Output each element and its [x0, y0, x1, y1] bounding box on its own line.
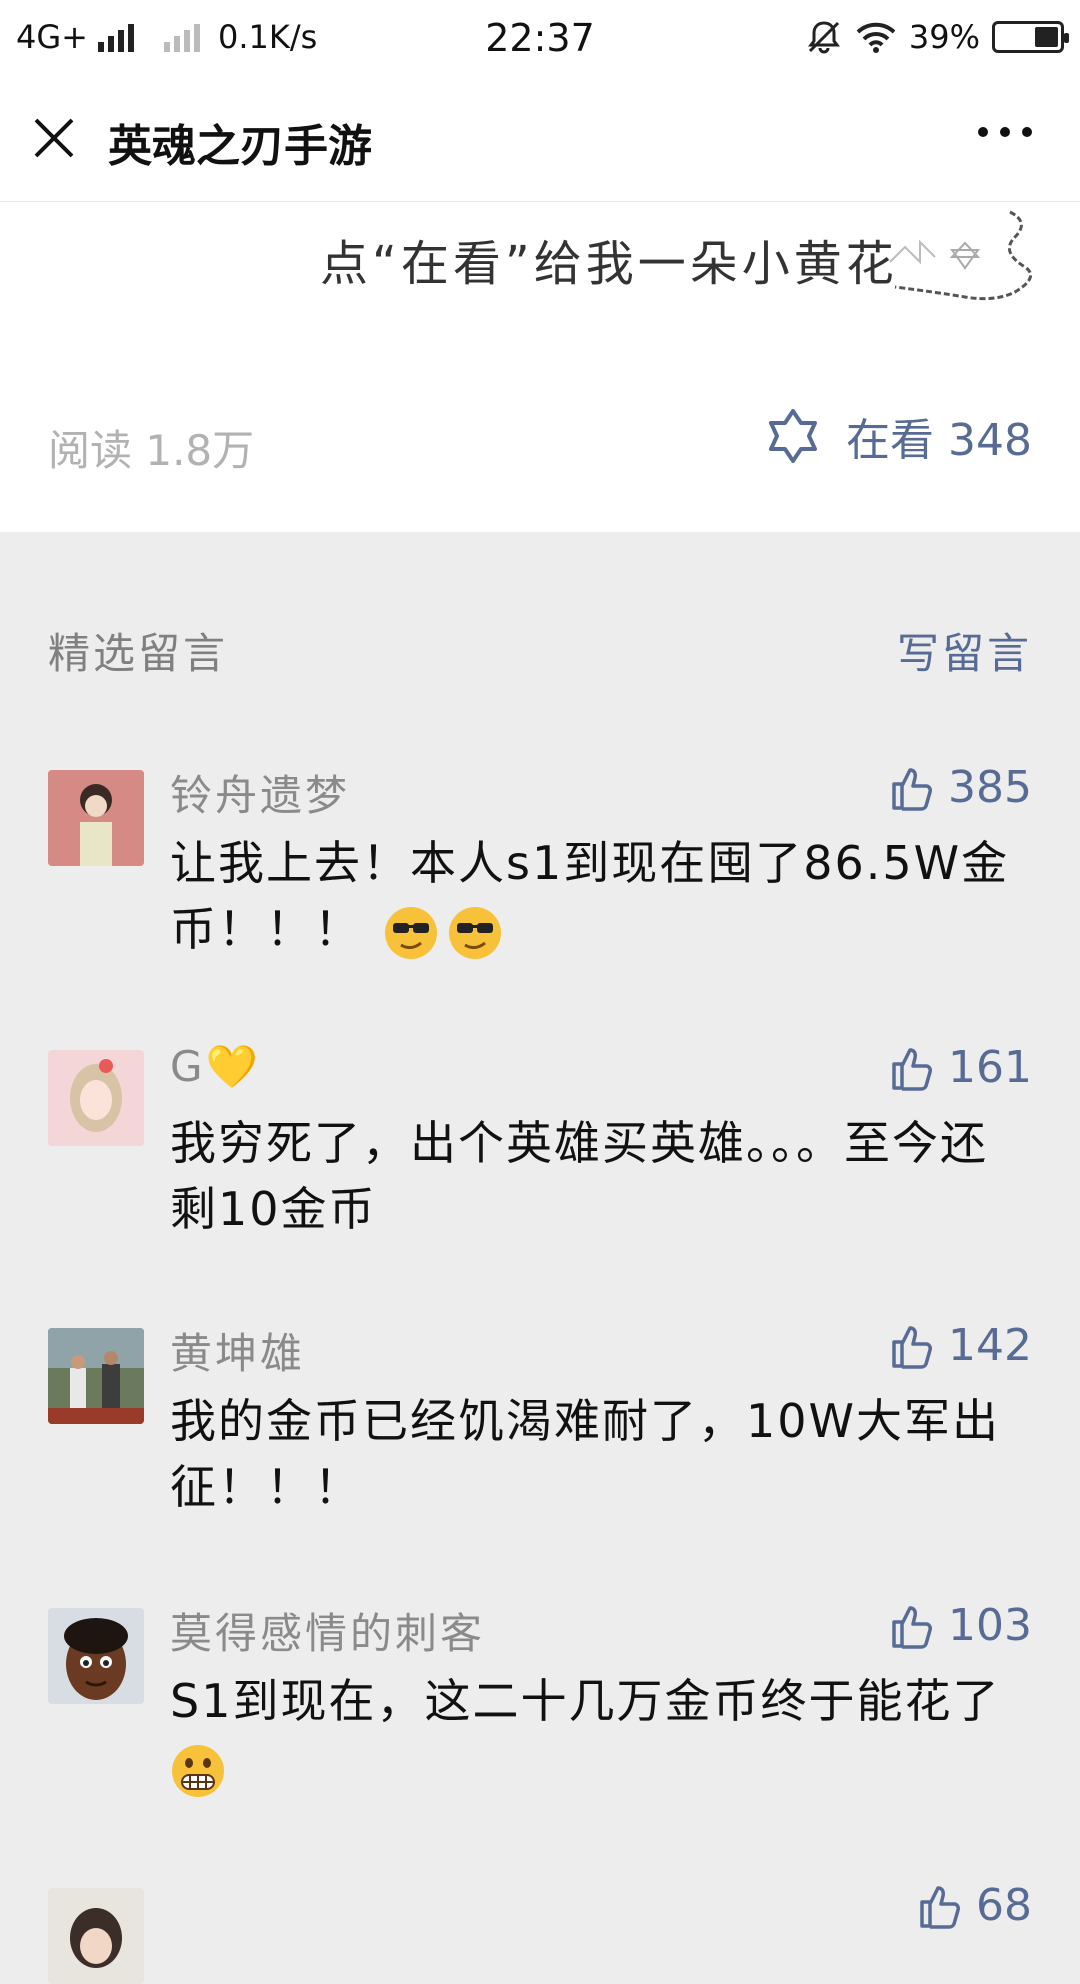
like-count: 68	[976, 1880, 1032, 1931]
close-icon[interactable]	[30, 114, 78, 162]
like-button[interactable]: 103	[888, 1600, 1032, 1651]
avatar[interactable]	[48, 1608, 144, 1704]
comment-text: 我穷死了，出个英雄买英雄。。。至今还剩10金币	[170, 1116, 988, 1236]
comments-section: 精选留言 写留言 铃舟遗梦 385 让我上去！本人s1到现在囤了86.5W金币！…	[0, 532, 1080, 1984]
status-right: 39%	[805, 18, 1069, 56]
like-button[interactable]: 161	[888, 1042, 1032, 1093]
write-comment-button[interactable]: 写留言	[897, 620, 1032, 681]
comment-body: S1到现在，这二十几万金币终于能花了	[170, 1674, 1001, 1728]
comment-text: 我的金币已经饥渴难耐了，10W大军出征！！！	[170, 1394, 1001, 1514]
commenter-name[interactable]: 莫得感情的刺客	[170, 1600, 485, 1661]
like-button[interactable]: 68	[916, 1880, 1032, 1931]
promo-text: 点“在看”给我一朵小黄花	[320, 236, 898, 292]
grimace-emoji-icon	[172, 1744, 224, 1797]
flower-icon	[769, 409, 818, 463]
more-options-icon[interactable]	[978, 127, 1032, 137]
thumbs-up-icon	[892, 1047, 933, 1091]
battery-icon	[992, 21, 1069, 53]
mute-bell-icon	[807, 21, 840, 54]
commenter-name[interactable]: 铃舟遗梦	[170, 762, 350, 823]
battery-fill	[1035, 27, 1058, 47]
article-footer: 点“在看”给我一朵小黄花 阅读 1.8万 在看 348	[0, 202, 1080, 532]
cool-smirk-emoji-icon	[448, 906, 501, 959]
nav-bar: 英魂之刃手游	[0, 72, 1080, 202]
comment-body: 让我上去！本人s1到现在囤了86.5W金币！！！	[170, 836, 1010, 956]
like-count: 161	[948, 1042, 1032, 1093]
flower-doodle-icon	[889, 210, 1033, 301]
cool-smirk-emoji-icon	[384, 906, 437, 959]
comments-title: 精选留言	[48, 628, 229, 678]
like-count: 142	[948, 1320, 1032, 1371]
avatar[interactable]	[48, 1050, 144, 1146]
like-button[interactable]: 385	[888, 762, 1032, 813]
comments-header: 精选留言 写留言	[48, 620, 1032, 680]
read-count: 阅读 1.8万	[48, 426, 255, 475]
status-bar: 4G+ 0.1K/s 22:37 39%	[0, 0, 1080, 72]
thumbs-up-icon	[920, 1885, 960, 1929]
battery-percent: 39%	[908, 18, 980, 56]
wifi-icon	[856, 22, 896, 53]
avatar[interactable]	[48, 1888, 144, 1984]
in-watch-label: 在看 348	[846, 415, 1032, 466]
avatar[interactable]	[48, 1328, 144, 1424]
like-count: 385	[948, 762, 1032, 813]
comment-text: S1到现在，这二十几万金币终于能花了	[170, 1668, 1030, 1800]
comment-text: 让我上去！本人s1到现在囤了86.5W金币！！！	[170, 830, 1030, 962]
avatar[interactable]	[48, 770, 144, 866]
commenter-name[interactable]: G💛	[170, 1042, 261, 1092]
like-count: 103	[948, 1600, 1032, 1651]
commenter-name[interactable]: 黄坤雄	[170, 1320, 305, 1381]
thumbs-up-icon	[892, 1605, 933, 1649]
thumbs-up-icon	[892, 767, 933, 811]
in-watch-button[interactable]: 在看 348	[764, 404, 1032, 468]
thumbs-up-icon	[892, 1325, 933, 1369]
page-title: 英魂之刃手游	[108, 121, 372, 172]
like-button[interactable]: 142	[888, 1320, 1032, 1371]
